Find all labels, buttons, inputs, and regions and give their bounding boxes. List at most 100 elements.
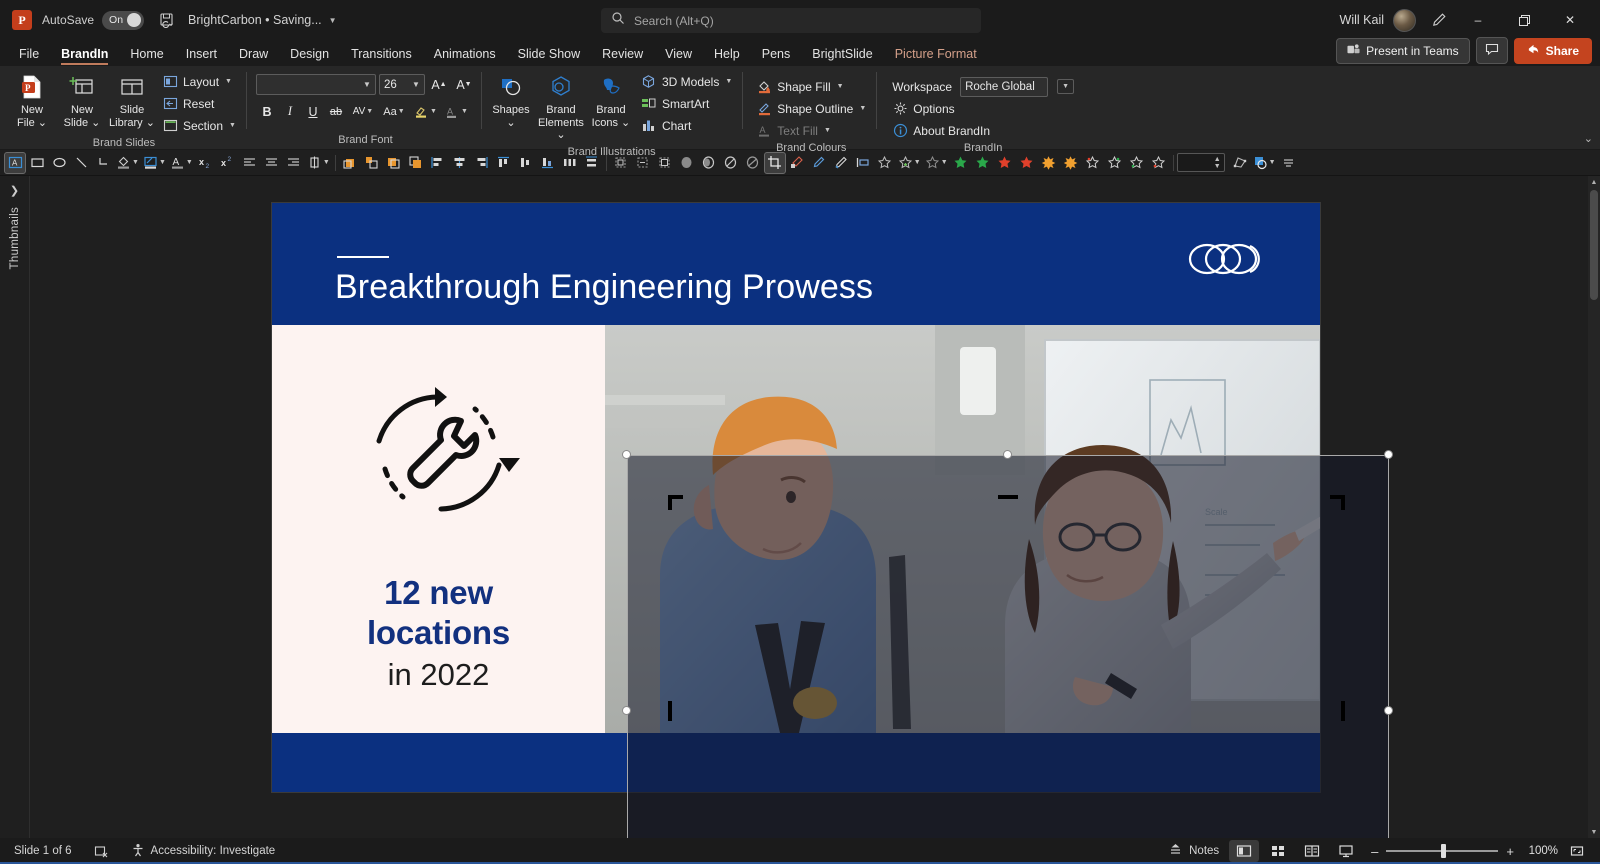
text-highlight-button[interactable]: ▼ [410,101,440,122]
scroll-up-arrow[interactable]: ▲ [1588,176,1600,188]
scroll-down-arrow[interactable]: ▼ [1588,826,1600,838]
star-plain-1-icon[interactable] [1082,152,1104,174]
star-bottom-1-icon[interactable] [1126,152,1148,174]
workspace-combo[interactable]: Roche Global [960,76,1049,97]
options-button[interactable]: Options [888,98,1078,119]
crop-handle-top-right-v[interactable] [1341,495,1345,510]
3d-models-button[interactable]: 3D Models ▼ [637,71,736,92]
bring-forward-icon[interactable] [339,152,361,174]
share-button[interactable]: Share [1513,37,1592,64]
character-spacing-button[interactable]: AV ▼ [348,101,378,122]
present-in-teams-button[interactable]: Present in Teams [1336,37,1470,64]
font-name-combo[interactable]: ▼ [255,74,376,95]
brand-icons-button[interactable]: Brand Icons ⌄ [587,70,635,132]
tab-file[interactable]: File [8,44,50,66]
text-fill-button[interactable]: A Text Fill ▼ [752,120,870,141]
resize-handle-top-right[interactable] [1384,450,1393,459]
tab-help[interactable]: Help [703,44,751,66]
tab-home[interactable]: Home [119,44,174,66]
elbow-connector-icon[interactable] [92,152,114,174]
slide-stage[interactable]: Breakthrough Engineering Prowess 12 new … [30,176,1600,838]
tab-transitions[interactable]: Transitions [340,44,423,66]
slide-number[interactable]: Slide 1 of 6 [8,843,78,859]
pen-icon[interactable] [1424,7,1454,33]
tab-picture-format[interactable]: Picture Format [884,44,988,66]
restore-button[interactable] [1502,3,1546,37]
slideshow-view-icon[interactable] [1331,840,1361,862]
collapse-ribbon-button[interactable]: ⌄ [1584,132,1593,145]
chart-button[interactable]: Chart [637,115,736,136]
search-input[interactable] [634,13,971,28]
section-button[interactable]: Section ▼ [158,115,240,136]
send-backward-icon[interactable] [405,152,427,174]
chevron-right-icon[interactable]: ❯ [10,184,19,197]
tab-view[interactable]: View [654,44,703,66]
search-box[interactable] [601,8,981,33]
superscript-icon[interactable]: x2 [217,152,239,174]
reading-view-icon[interactable] [1297,840,1327,862]
new-file-button[interactable]: P New File ⌄ [8,70,56,132]
notes-button[interactable]: Notes [1162,840,1225,862]
shape-fill-button[interactable]: Shape Fill ▼ [752,76,870,97]
tab-insert[interactable]: Insert [175,44,228,66]
comments-button[interactable] [1475,37,1508,64]
new-slide-button[interactable]: New Slide ⌄ [58,70,106,132]
slide-sorter-icon[interactable] [1263,840,1293,862]
chevron-down-icon[interactable]: ▼ [1057,79,1075,94]
shape-nodes-icon[interactable] [1229,152,1251,174]
strikethrough-button[interactable]: ab [325,101,347,122]
align-left-icon[interactable] [239,152,261,174]
line-icon[interactable] [70,152,92,174]
close-button[interactable]: ✕ [1548,3,1592,37]
zoom-slider[interactable]: – + [1371,844,1514,859]
crop-handle-top-right[interactable] [1330,495,1345,499]
notes-indicator-icon[interactable] [88,842,115,861]
tab-draw[interactable]: Draw [228,44,279,66]
group-icon[interactable] [383,152,405,174]
thumbnails-pane[interactable]: ❯ Thumbnails [0,176,30,838]
shape-merge-icon[interactable]: ▼ [1251,152,1278,174]
smartart-button[interactable]: SmartArt [637,93,736,114]
shapes-button[interactable]: Shapes ⌄ [487,70,535,132]
file-name-menu[interactable]: BrightCarbon • Saving... ▼ [188,13,337,27]
tab-review[interactable]: Review [591,44,654,66]
value-spinner[interactable]: ▲ ▼ [1176,153,1225,172]
line-color-icon[interactable]: ▼ [141,152,168,174]
zoom-level[interactable]: 100% [1524,845,1558,857]
fill-color-icon[interactable]: ▼ [114,152,141,174]
align-right-icon[interactable] [283,152,305,174]
fit-slide-icon[interactable] [1562,840,1592,862]
resize-handle-middle-right[interactable] [1384,706,1393,715]
subscript-icon[interactable]: x2 [195,152,217,174]
minimize-button[interactable]: – [1456,3,1500,37]
scrollbar-thumb[interactable] [1590,190,1598,300]
zoom-in-button[interactable]: + [1506,844,1514,859]
vertical-scrollbar[interactable]: ▲ ▼ [1588,176,1600,838]
bold-button[interactable]: B [256,101,278,122]
tab-brandin[interactable]: BrandIn [50,44,119,66]
align-center-icon[interactable] [261,152,283,174]
normal-view-icon[interactable] [1229,840,1260,862]
avatar[interactable] [1393,8,1416,32]
slide-photo-area[interactable]: SpeedScale [605,325,1320,733]
tab-pens[interactable]: Pens [751,44,802,66]
font-color-icon[interactable]: A ▼ [168,152,195,174]
more-options-icon[interactable] [1278,152,1300,174]
layout-button[interactable]: Layout ▼ [158,71,240,92]
bring-to-front-icon[interactable] [361,152,383,174]
text-box-icon[interactable]: A [4,151,26,174]
save-icon[interactable] [152,7,182,33]
star-plain-2-icon[interactable] [1104,152,1126,174]
font-size-combo[interactable]: 26 ▼ [378,74,425,95]
align-vertical-icon[interactable]: ▼ [305,152,332,174]
change-case-button[interactable]: Aa ▼ [379,101,409,122]
underline-button[interactable]: U [302,101,324,122]
rectangle-icon[interactable] [26,152,48,174]
autosave-toggle[interactable]: On [102,10,145,30]
grow-font-button[interactable]: A ▲ [428,74,450,95]
align-objects-center-icon[interactable] [449,152,471,174]
slide-title[interactable]: Breakthrough Engineering Prowess [335,268,873,307]
tab-design[interactable]: Design [279,44,340,66]
align-objects-left-icon[interactable] [427,152,449,174]
shape-outline-button[interactable]: Shape Outline ▼ [752,98,870,119]
